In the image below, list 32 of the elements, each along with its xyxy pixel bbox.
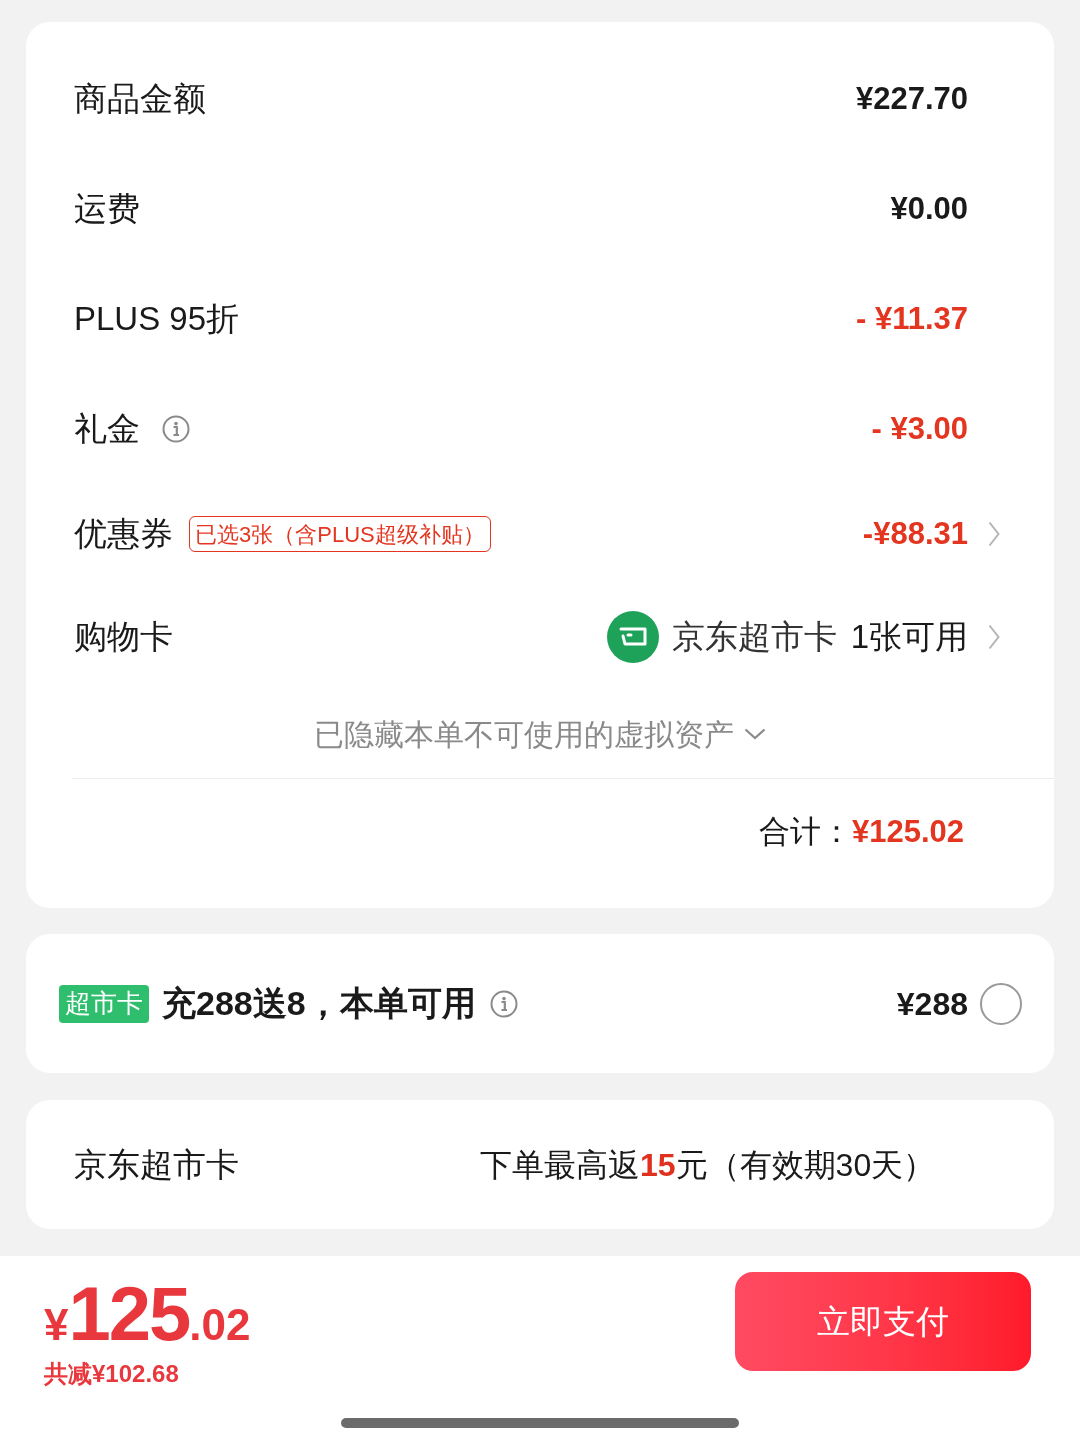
cashback-label: 京东超市卡 <box>74 1144 240 1185</box>
row-label: 礼金 <box>74 409 140 450</box>
total-value: ¥125.02 <box>851 813 964 852</box>
card-availability: 1张可用 <box>850 617 968 658</box>
row-value: - ¥3.00 <box>871 409 968 448</box>
info-icon[interactable] <box>162 415 190 443</box>
chevron-down-icon <box>744 728 766 740</box>
offer-price: ¥288 <box>896 984 968 1024</box>
offer-text: 充288送8，本单可用 <box>162 983 476 1024</box>
cashback-text: 下单最高返15元（有效期30天） <box>480 1145 936 1185</box>
pay-button[interactable]: 立即支付 <box>735 1272 1031 1371</box>
row-value: - ¥11.37 <box>855 299 968 338</box>
row-label: 优惠券 <box>74 514 173 555</box>
card-name: 京东超市卡 <box>671 617 837 658</box>
total-label: 合计： <box>758 813 852 852</box>
chevron-right-icon[interactable] <box>988 521 1000 547</box>
row-label: PLUS 95折 <box>74 299 240 340</box>
row-value: ¥0.00 <box>890 189 968 228</box>
chevron-right-icon[interactable] <box>988 624 1000 650</box>
row-label: 运费 <box>74 189 140 230</box>
offer-radio[interactable] <box>980 982 1022 1025</box>
coupon-tag: 已选3张（含PLUS超级补贴） <box>189 516 491 552</box>
total-price: ¥125.02 <box>44 1276 251 1352</box>
row-label: 购物卡 <box>74 617 173 658</box>
row-value: -¥88.31 <box>862 514 968 553</box>
row-value: ¥227.70 <box>855 79 968 118</box>
info-icon[interactable] <box>489 989 518 1018</box>
row-label: 商品金额 <box>74 79 206 120</box>
savings-text: 共减¥102.68 <box>44 1362 180 1386</box>
offer-badge: 超市卡 <box>59 984 149 1023</box>
hidden-assets-toggle[interactable]: 已隐藏本单不可使用的虚拟资产 <box>314 711 766 757</box>
card-icon <box>606 611 659 663</box>
